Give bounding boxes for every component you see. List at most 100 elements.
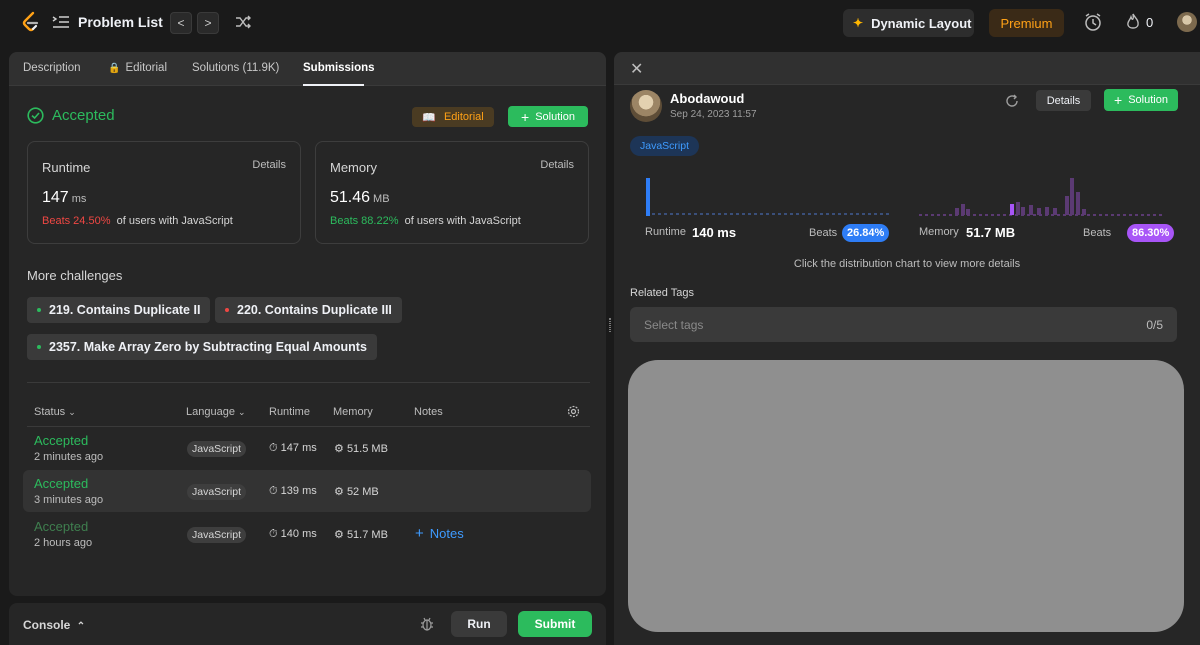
tab-editorial[interactable]: 🔒 Editorial — [108, 62, 167, 74]
challenge-chip[interactable]: 220. Contains Duplicate III — [215, 297, 402, 323]
shuffle-icon[interactable] — [234, 13, 252, 31]
premium-button[interactable]: Premium — [989, 9, 1064, 37]
row-memory: ⚙ 51.5 MB — [334, 442, 388, 455]
row-memory-value: 52 MB — [346, 486, 379, 498]
bug-icon[interactable] — [420, 616, 434, 632]
user-avatar[interactable] — [1177, 12, 1197, 32]
difficulty-dot — [225, 308, 229, 312]
submission-date: Sep 24, 2023 11:57 — [670, 109, 757, 120]
username[interactable]: Abodawoud — [670, 91, 744, 106]
chevron-up-icon: ⌃ — [76, 621, 86, 632]
table-row[interactable]: Accepted 2 minutes ago JavaScript ⏱ 147 … — [23, 427, 591, 469]
runtime-beats-percent: Beats 24.50% — [42, 215, 111, 227]
runtime-card[interactable]: Runtime Details 147 ms Beats 24.50% of us… — [27, 141, 301, 244]
runtime-current-bar — [646, 178, 650, 216]
notes-column-header: Notes — [414, 406, 443, 418]
post-solution-button[interactable]: + Solution — [508, 106, 588, 127]
chevron-down-icon: ⌄ — [238, 407, 246, 417]
problem-list-link[interactable]: Problem List — [78, 14, 163, 30]
runtime-beats-suffix: of users with JavaScript — [116, 215, 233, 227]
memory-value: 51.7 MB — [966, 225, 1016, 240]
code-area[interactable] — [628, 360, 1184, 632]
difficulty-dot — [37, 308, 41, 312]
row-memory-value: 51.5 MB — [346, 443, 388, 455]
table-row[interactable]: Accepted 3 minutes ago JavaScript ⏱ 139 … — [23, 470, 591, 512]
tags-select[interactable]: Select tags 0/5 — [630, 307, 1177, 342]
tab-editorial-label: Editorial — [125, 62, 168, 74]
add-notes-button[interactable]: + Notes — [415, 525, 464, 542]
memory-bar — [1070, 178, 1074, 215]
runtime-beats-badge: 26.84% — [842, 224, 890, 242]
clock-icon: ⏱ — [269, 528, 278, 540]
chip-icon: ⚙ — [334, 486, 344, 498]
row-memory: ⚙ 52 MB — [334, 485, 379, 498]
challenge-label: 219. Contains Duplicate II — [49, 303, 201, 317]
top-bar: Problem List < > ✦ Dynamic Layout Premiu… — [0, 0, 1200, 44]
chevron-left-icon: < — [177, 16, 185, 30]
add-notes-label: Notes — [429, 526, 464, 541]
memory-details-link[interactable]: Details — [540, 159, 574, 171]
console-label: Console — [23, 618, 71, 632]
runtime-value: 147 ms — [42, 189, 86, 207]
panel-resize-handle[interactable] — [609, 318, 611, 332]
run-button[interactable]: Run — [451, 611, 507, 637]
more-challenges-heading: More challenges — [27, 268, 123, 283]
details-button[interactable]: Details — [1036, 90, 1091, 111]
language-column-header[interactable]: Language ⌄ — [186, 406, 246, 418]
alarm-clock-icon[interactable] — [1083, 12, 1103, 32]
memory-card[interactable]: Memory Details 51.46 MB Beats 88.22% of u… — [315, 141, 589, 244]
prev-problem-button[interactable]: < — [170, 12, 192, 34]
editorial-button[interactable]: 📖 Editorial — [412, 107, 494, 127]
list-icon[interactable] — [52, 14, 70, 30]
dynamic-layout-label: Dynamic Layout — [871, 15, 972, 31]
close-icon[interactable]: ✕ — [630, 59, 643, 79]
submission-detail-panel: ✕ Abodawoud Sep 24, 2023 11:57 Details +… — [614, 52, 1200, 645]
status-column-header[interactable]: Status ⌄ — [34, 406, 76, 418]
lock-icon: 🔒 — [108, 63, 121, 74]
plus-icon: + — [415, 525, 424, 542]
streak-fire-icon[interactable] — [1126, 13, 1140, 31]
runtime-distribution-chart[interactable] — [644, 172, 890, 218]
row-runtime: ⏱ 140 ms — [269, 528, 317, 541]
memory-bar — [1016, 202, 1020, 215]
active-tab-indicator — [303, 84, 364, 86]
memory-bar — [1037, 208, 1041, 215]
runtime-label: Runtime — [645, 226, 686, 238]
table-row[interactable]: Accepted 2 hours ago JavaScript ⏱ 140 ms… — [23, 513, 591, 555]
tab-submissions[interactable]: Submissions — [303, 62, 375, 74]
challenge-chip[interactable]: 219. Contains Duplicate II — [27, 297, 211, 323]
submit-button[interactable]: Submit — [518, 611, 592, 637]
runtime-beats-label: Beats — [809, 227, 838, 239]
tab-solutions[interactable]: Solutions (11.9K) — [192, 62, 279, 74]
memory-distribution-chart[interactable] — [919, 172, 1162, 218]
language-badge: JavaScript — [630, 136, 700, 156]
row-status[interactable]: Accepted — [34, 433, 88, 448]
memory-card-title: Memory — [330, 160, 377, 175]
submissions-panel: Description 🔒 Editorial Solutions (11.9K)… — [9, 52, 606, 596]
dynamic-layout-button[interactable]: ✦ Dynamic Layout — [843, 9, 974, 37]
leetcode-logo-icon[interactable] — [20, 11, 42, 33]
row-memory-value: 51.7 MB — [346, 529, 388, 541]
memory-bar — [955, 208, 959, 215]
row-status[interactable]: Accepted — [34, 519, 88, 534]
tab-description[interactable]: Description — [23, 62, 81, 74]
runtime-details-link[interactable]: Details — [252, 159, 286, 171]
memory-current-bar — [1010, 204, 1014, 215]
console-toggle[interactable]: Console ⌃ — [23, 618, 85, 632]
refresh-icon[interactable] — [1004, 93, 1020, 109]
row-language: JavaScript — [187, 484, 247, 500]
next-problem-button[interactable]: > — [197, 12, 219, 34]
post-solution-button[interactable]: + Solution — [1104, 89, 1178, 111]
post-solution-label: Solution — [535, 110, 575, 123]
settings-gear-icon[interactable] — [567, 405, 580, 418]
runtime-value: 140 ms — [692, 225, 737, 240]
challenge-chip[interactable]: 2357. Make Array Zero by Subtracting Equ… — [27, 334, 377, 360]
result-status-label: Accepted — [52, 107, 115, 124]
avatar[interactable] — [630, 90, 662, 122]
streak-count: 0 — [1146, 15, 1154, 30]
difficulty-dot — [37, 345, 41, 349]
language-header-label: Language — [186, 406, 235, 418]
memory-bar — [1029, 205, 1033, 215]
runtime-unit: ms — [71, 193, 87, 205]
row-status[interactable]: Accepted — [34, 476, 88, 491]
